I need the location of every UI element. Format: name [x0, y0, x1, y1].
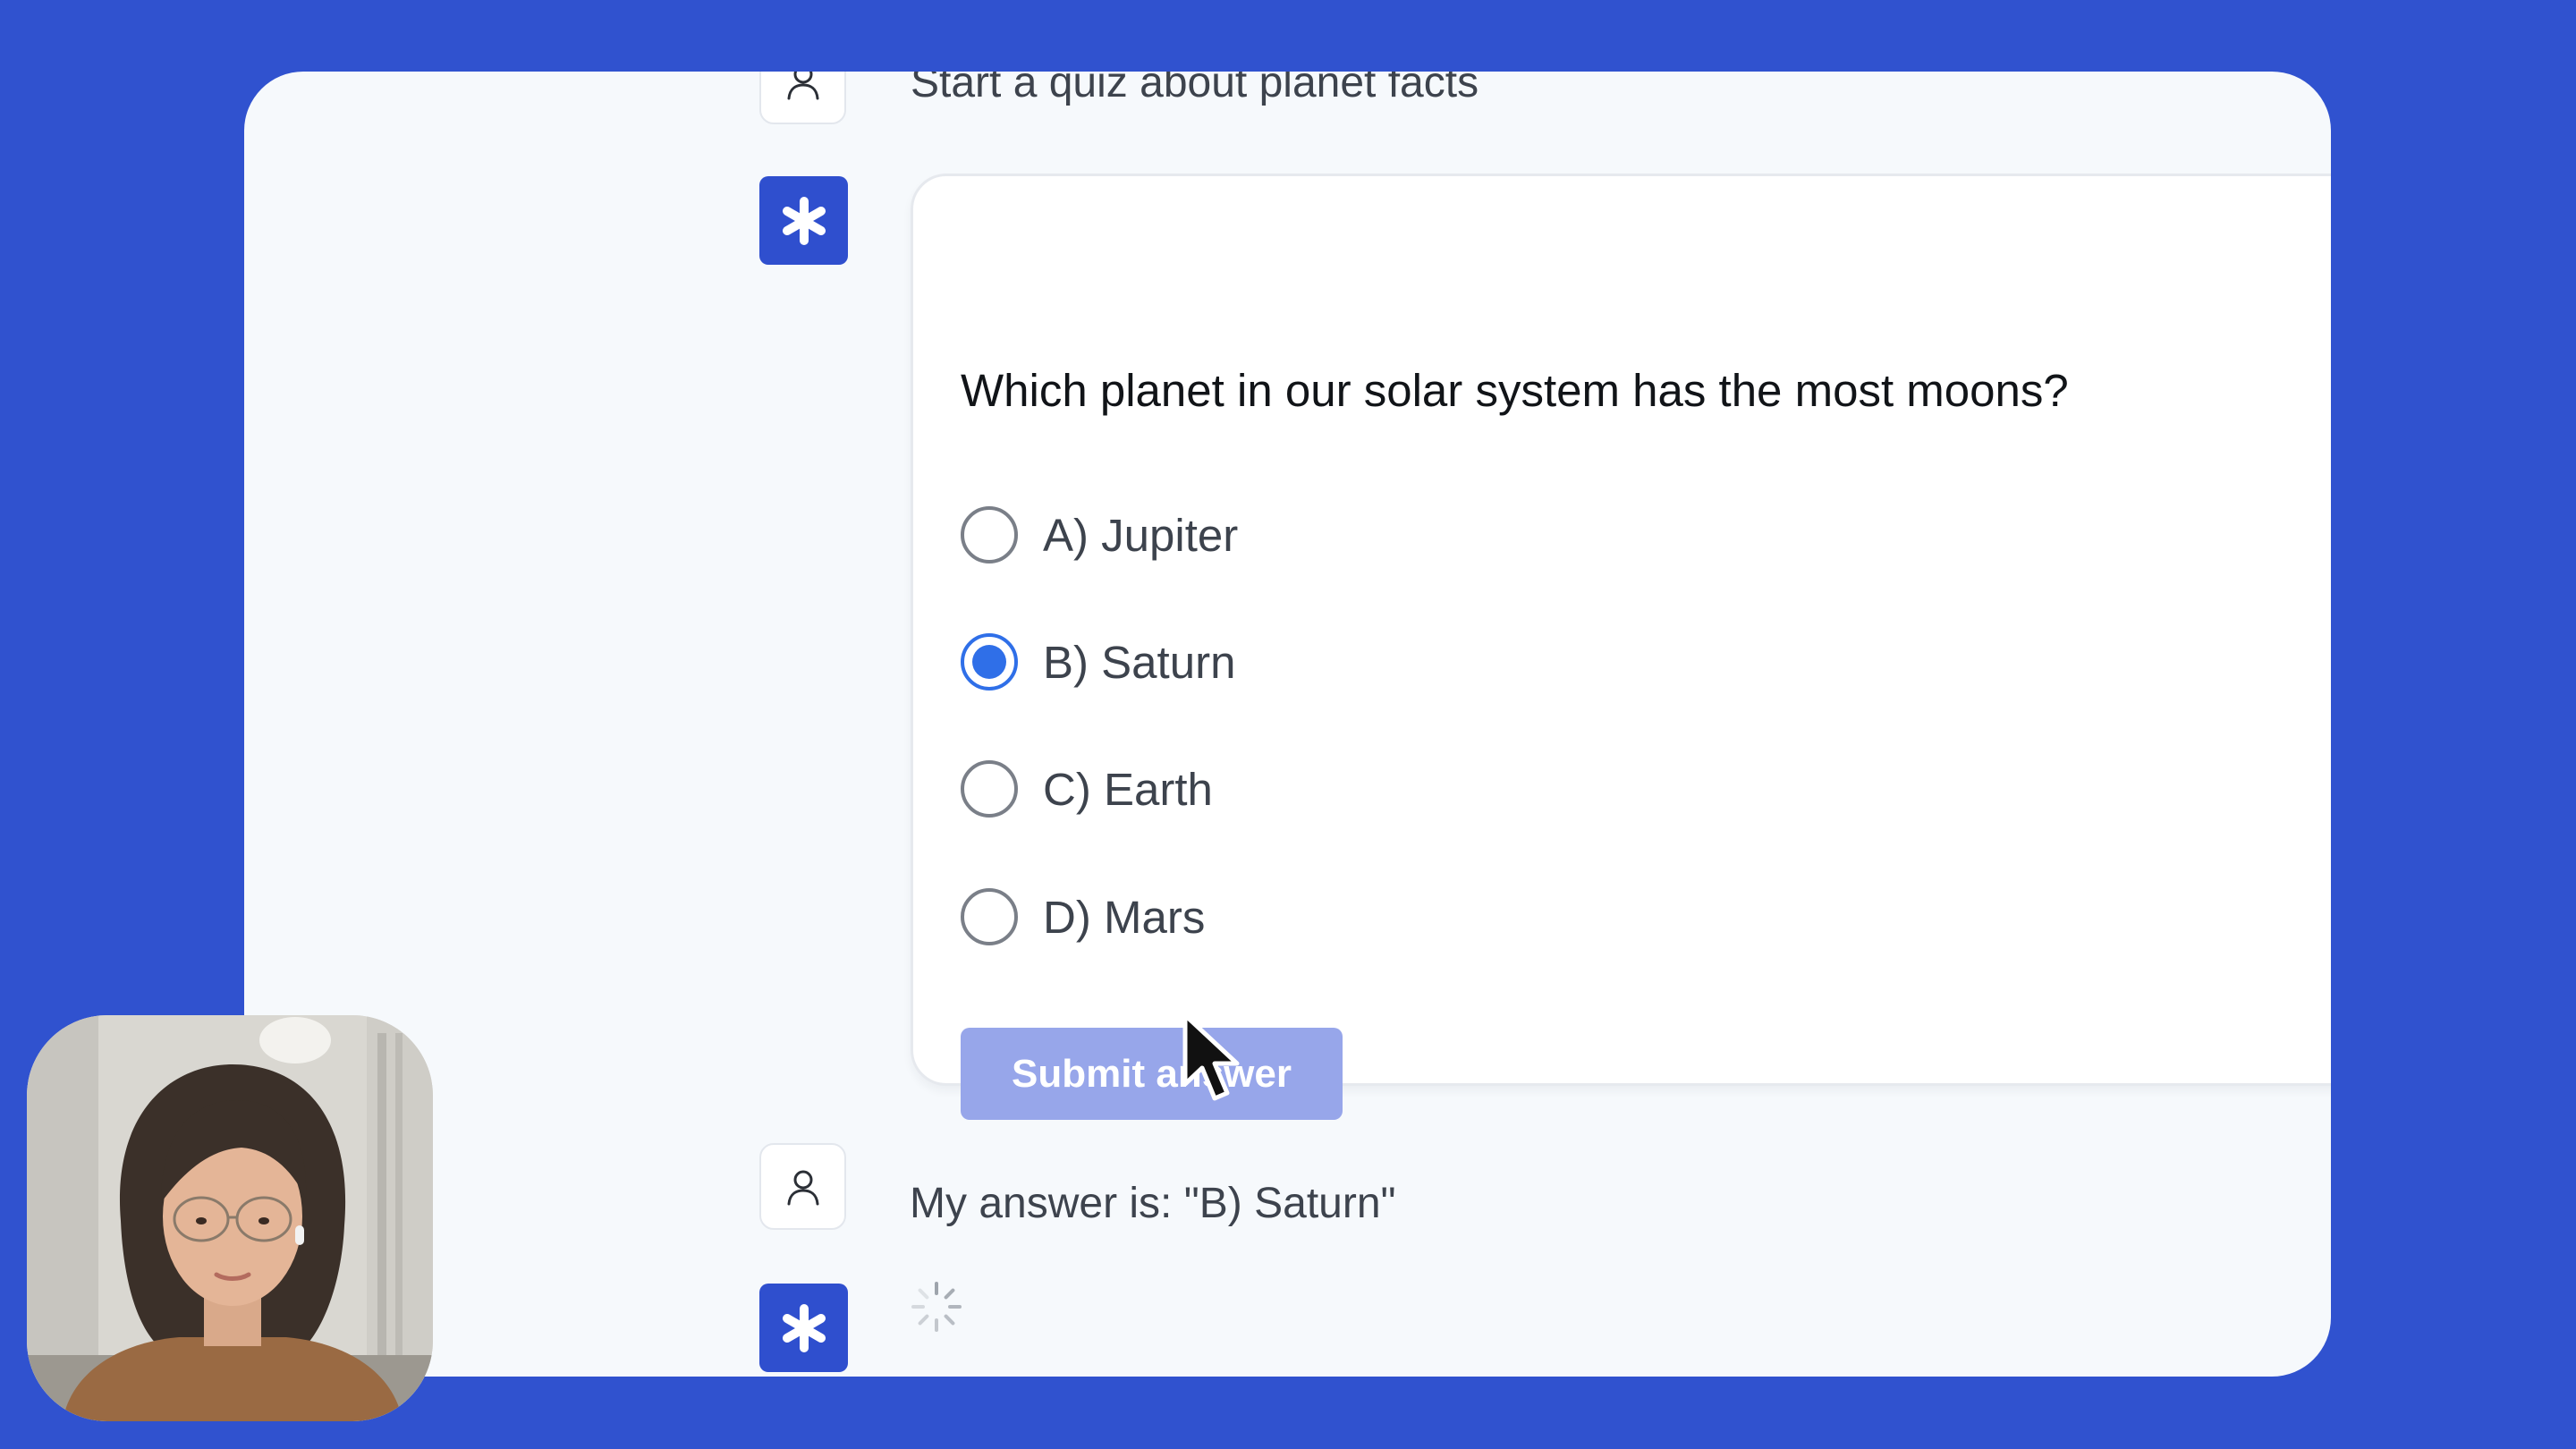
- presenter-video: [27, 1015, 433, 1421]
- webcam-overlay: [27, 1015, 433, 1421]
- submit-answer-button[interactable]: Submit answer: [961, 1028, 1343, 1120]
- assistant-avatar: [759, 176, 848, 265]
- option-c[interactable]: C) Earth: [961, 758, 1213, 819]
- person-icon: [787, 1170, 818, 1205]
- loading-spinner-icon: [911, 1282, 962, 1332]
- user-avatar: [759, 1143, 846, 1230]
- person-icon: [787, 72, 818, 99]
- option-d[interactable]: D) Mars: [961, 886, 1205, 947]
- option-b[interactable]: B) Saturn: [961, 631, 1235, 692]
- quiz-question: Which planet in our solar system has the…: [961, 365, 2069, 416]
- radio-option-d[interactable]: [961, 888, 1018, 945]
- mouse-cursor-icon: [1182, 1013, 1240, 1101]
- option-c-label[interactable]: C) Earth: [1043, 767, 1213, 812]
- option-a-label[interactable]: A) Jupiter: [1043, 513, 1238, 558]
- quiz-card: Which planet in our solar system has the…: [911, 174, 2331, 1120]
- chat-window: Start a quiz about planet facts Which pl…: [244, 72, 2331, 1377]
- user-message-answer: My answer is: "B) Saturn": [910, 1180, 1396, 1227]
- option-a[interactable]: A) Jupiter: [961, 504, 1238, 565]
- radio-selected-dot: [972, 645, 1006, 679]
- option-b-label[interactable]: B) Saturn: [1043, 640, 1235, 685]
- asterisk-icon: [782, 196, 826, 245]
- user-avatar: [759, 72, 846, 124]
- asterisk-icon: [782, 1303, 826, 1352]
- radio-option-b[interactable]: [961, 633, 1018, 691]
- radio-option-c[interactable]: [961, 760, 1018, 818]
- radio-option-a[interactable]: [961, 506, 1018, 564]
- assistant-avatar: [759, 1284, 848, 1372]
- user-message-prompt: Start a quiz about planet facts: [911, 72, 1479, 106]
- option-d-label[interactable]: D) Mars: [1043, 894, 1205, 940]
